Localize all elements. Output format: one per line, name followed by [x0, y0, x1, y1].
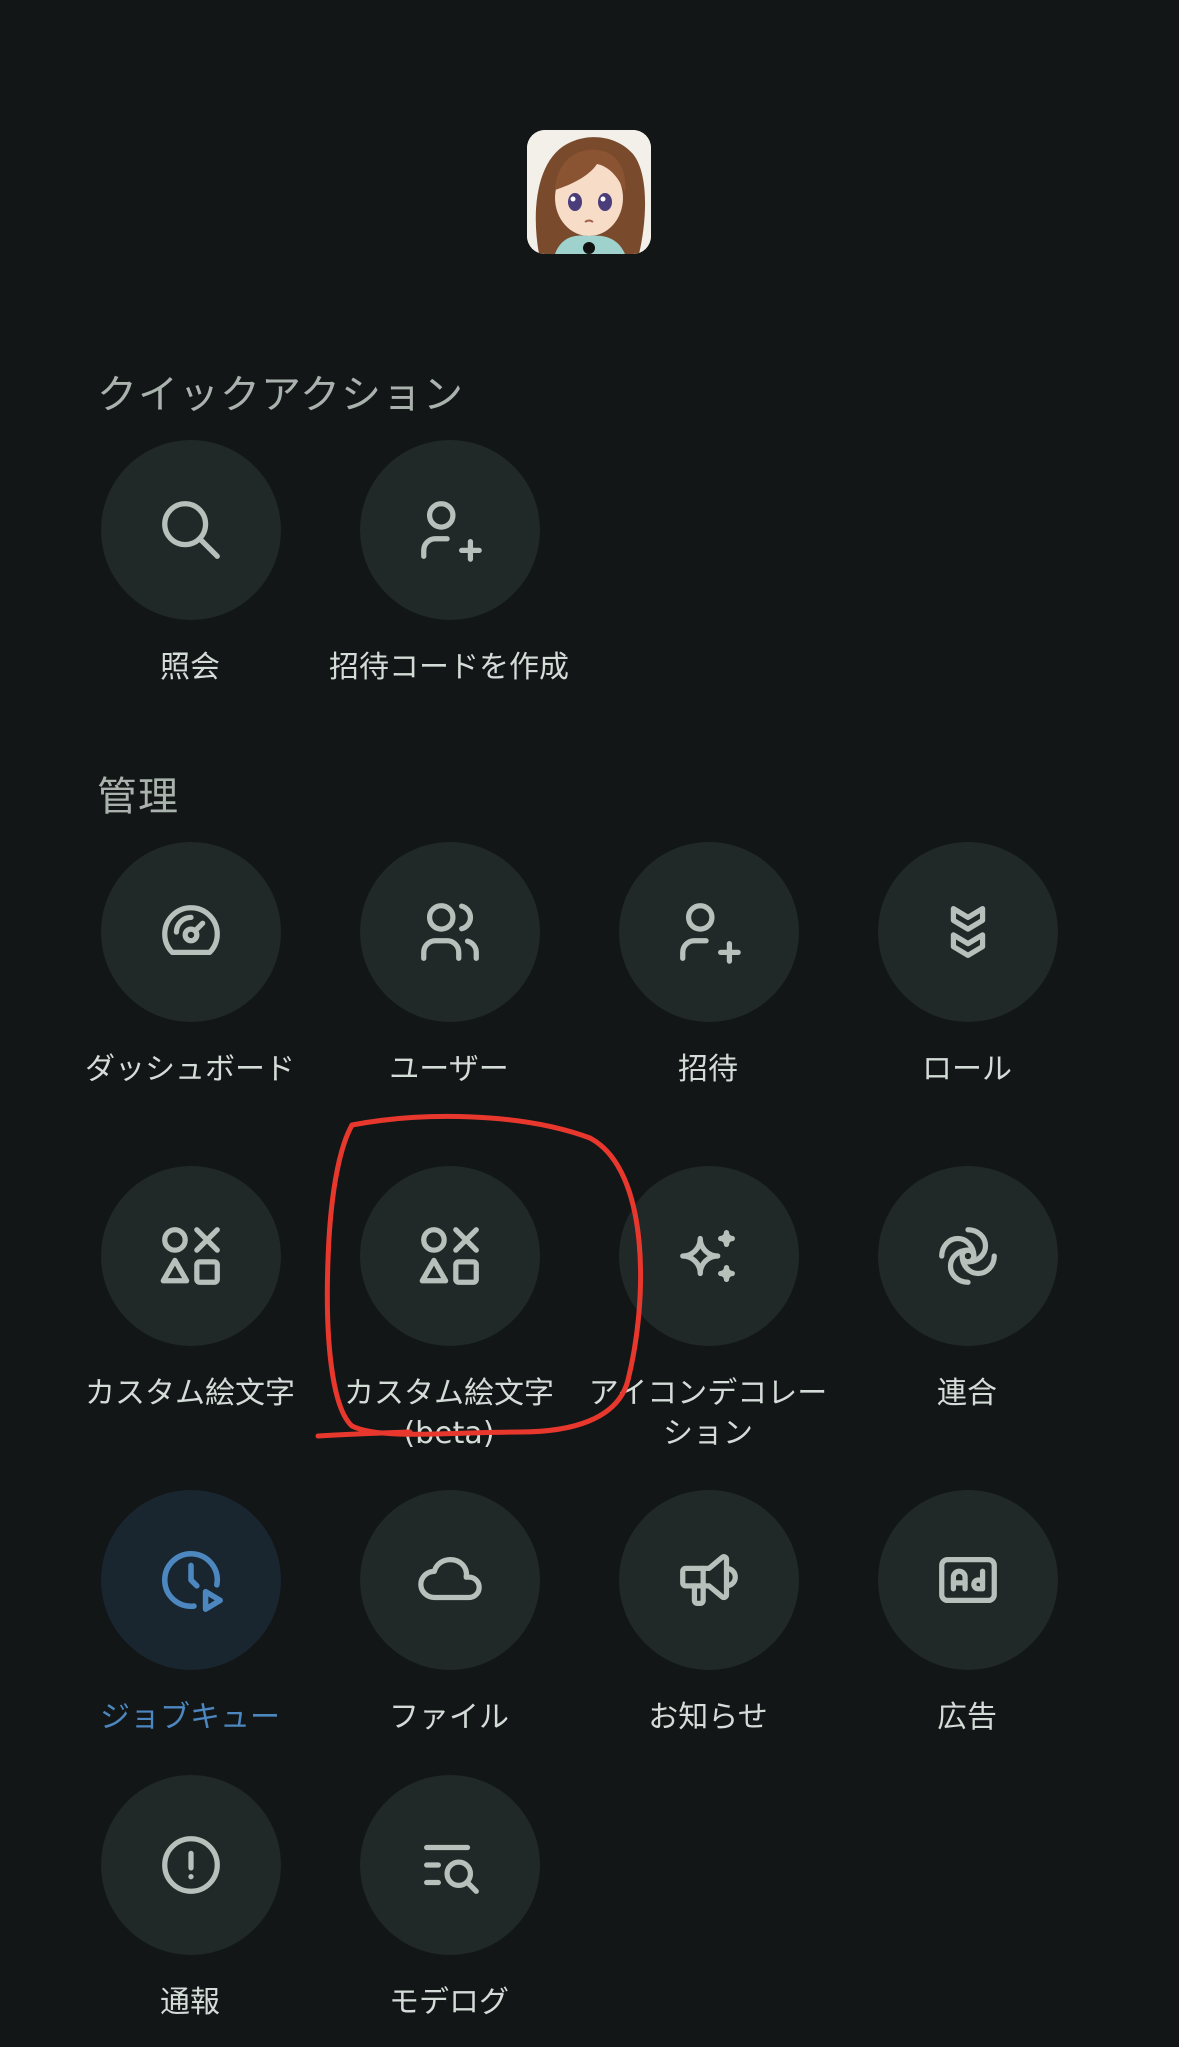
- cloud-icon: [418, 1556, 482, 1601]
- create-invite-code-button[interactable]: [360, 440, 540, 620]
- roles-button[interactable]: [878, 842, 1058, 1022]
- section-title-management: 管理: [97, 774, 179, 820]
- users-icon: [421, 903, 479, 961]
- federation-label: 連合: [937, 1376, 997, 1411]
- announcements-button[interactable]: [619, 1490, 799, 1670]
- sparkles-icon: [680, 1230, 735, 1282]
- search-icon: [162, 501, 220, 559]
- clock-play-icon: [162, 1550, 223, 1612]
- custom-emojis-label: カスタム絵文字: [85, 1376, 295, 1411]
- whirl-icon: [939, 1227, 997, 1285]
- roles-label: ロール: [922, 1052, 1012, 1087]
- speakerphone-icon: [680, 1554, 738, 1606]
- reports-button[interactable]: [101, 1775, 281, 1955]
- section-title-quick-actions: クイックアクション: [97, 372, 464, 418]
- exclamation-circle-icon: [162, 1836, 220, 1894]
- red-circle-annotation: [315, 1113, 644, 1439]
- job-queue-label: ジョブキュー: [100, 1700, 280, 1735]
- ads-label: 広告: [937, 1700, 997, 1735]
- files-button[interactable]: [360, 1490, 540, 1670]
- users-label: ユーザー: [389, 1052, 509, 1087]
- custom-emojis-beta-button[interactable]: [360, 1166, 540, 1346]
- files-label: ファイル: [389, 1700, 509, 1735]
- moderation-log-label: モデログ: [389, 1985, 509, 2020]
- job-queue-button[interactable]: [101, 1490, 281, 1670]
- ads-button[interactable]: [878, 1490, 1058, 1670]
- invites-label: 招待: [678, 1052, 738, 1087]
- dashboard-label: ダッシュボード: [85, 1052, 295, 1087]
- user-plus-icon: [421, 501, 482, 562]
- lookup-label: 照会: [160, 650, 220, 685]
- badges-icon: [950, 906, 986, 958]
- avatar-image: [527, 130, 651, 254]
- users-button[interactable]: [360, 842, 540, 1022]
- reports-label: 通報: [160, 1985, 220, 2020]
- shapes-icon: [419, 1227, 479, 1285]
- federation-button[interactable]: [878, 1166, 1058, 1346]
- custom-emojis-beta-label: カスタム絵文字(beta): [344, 1376, 554, 1451]
- list-search-icon: [424, 1844, 479, 1894]
- avatar-decorations-button[interactable]: [619, 1166, 799, 1346]
- moderation-log-button[interactable]: [360, 1775, 540, 1955]
- shapes-icon: [160, 1227, 220, 1285]
- avatar-decorations-label: アイコンデコレーション: [588, 1376, 828, 1451]
- invites-button[interactable]: [619, 842, 799, 1022]
- user-plus-icon: [680, 903, 741, 964]
- gauge-icon: [162, 905, 220, 956]
- create-invite-code-label: 招待コードを作成: [329, 650, 569, 685]
- avatar[interactable]: [527, 130, 651, 254]
- ad-icon: [939, 1556, 997, 1604]
- custom-emojis-button[interactable]: [101, 1166, 281, 1346]
- announcements-label: お知らせ: [648, 1700, 768, 1735]
- lookup-button[interactable]: [101, 440, 281, 620]
- dashboard-button[interactable]: [101, 842, 281, 1022]
